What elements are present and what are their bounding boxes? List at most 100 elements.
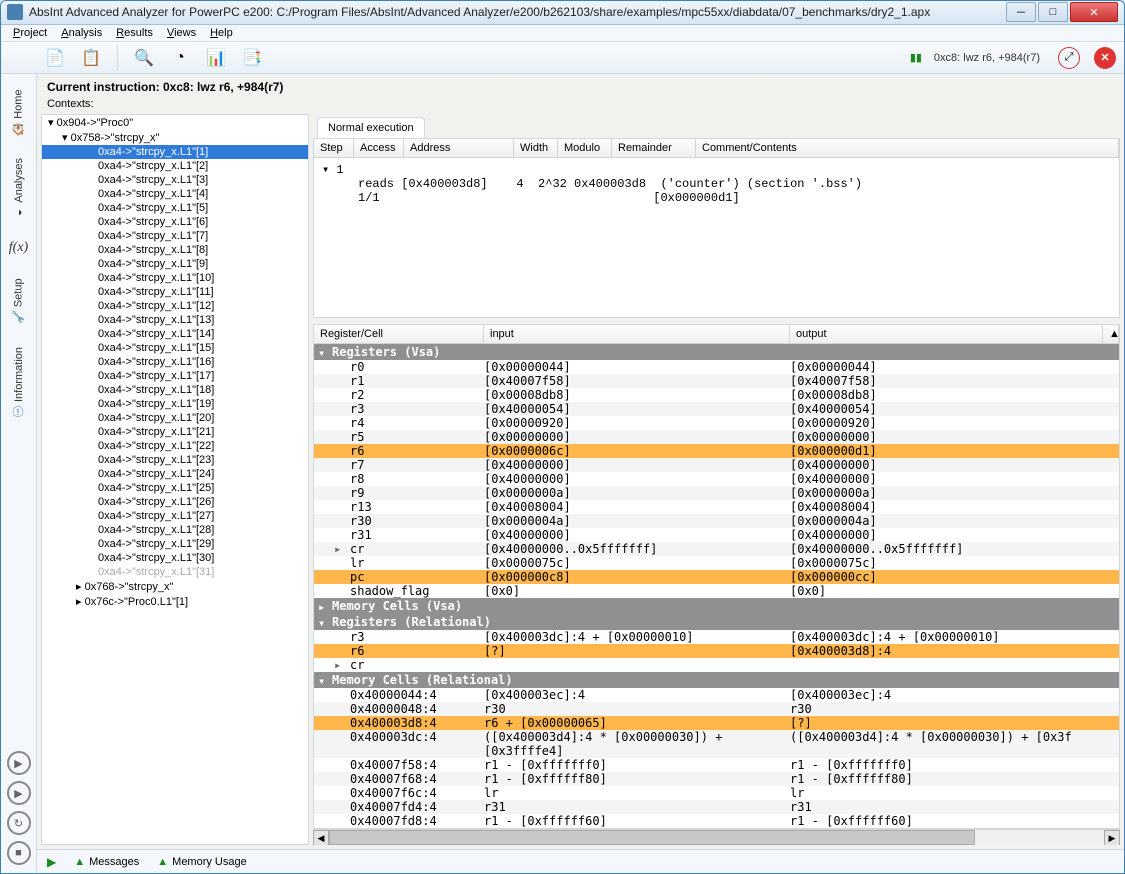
tree-node[interactable]: 0xa4->"strcpy_x.L1"[31] — [42, 565, 308, 579]
register-row[interactable]: r1[0x40007f58][0x40007f58] — [314, 374, 1119, 388]
horizontal-scrollbar[interactable]: ◀ ▶ — [313, 829, 1120, 845]
register-row[interactable]: r2[0x00008db8][0x00008db8] — [314, 388, 1119, 402]
status-messages[interactable]: ▲Messages — [74, 856, 139, 868]
register-row[interactable]: r31[0x40000000][0x40000000] — [314, 528, 1119, 542]
tree-node[interactable]: 0xa4->"strcpy_x.L1"[22] — [42, 439, 308, 453]
sidetab-fx[interactable]: f(x) — [4, 229, 33, 267]
register-row[interactable]: ▸cr[0x40000000..0x5fffffff][0x40000000..… — [314, 542, 1119, 556]
tree-node[interactable]: 0xa4->"strcpy_x.L1"[11] — [42, 285, 308, 299]
tree-node[interactable]: 0xa4->"strcpy_x.L1"[19] — [42, 397, 308, 411]
tree-node[interactable]: ▸ 0x768->"strcpy_x" — [42, 579, 308, 594]
register-row[interactable]: r3[0x40000054][0x40000054] — [314, 402, 1119, 416]
stop-button[interactable]: ■ — [7, 841, 31, 865]
tree-node[interactable]: 0xa4->"strcpy_x.L1"[7] — [42, 229, 308, 243]
register-row[interactable]: 0x40000044:4[0x400003ec]:4[0x400003ec]:4 — [314, 688, 1119, 702]
scroll-thumb[interactable] — [329, 830, 975, 845]
maximize-button[interactable]: □ — [1038, 2, 1068, 22]
error-icon[interactable]: ✕ — [1094, 47, 1116, 69]
tree-node[interactable]: 0xa4->"strcpy_x.L1"[29] — [42, 537, 308, 551]
close-button[interactable]: ✕ — [1070, 2, 1118, 22]
tree-node[interactable]: 0xa4->"strcpy_x.L1"[25] — [42, 481, 308, 495]
register-row[interactable]: r6[0x0000006c][0x000000d1] — [314, 444, 1119, 458]
tree-node[interactable]: 0xa4->"strcpy_x.L1"[2] — [42, 159, 308, 173]
contexts-tree[interactable]: ▾ 0x904->"Proc0"▾ 0x758->"strcpy_x"0xa4-… — [41, 114, 309, 845]
section-header[interactable]: ▾Memory Cells (Relational) — [314, 672, 1119, 688]
sidetab-information[interactable]: ⓘInformation — [6, 336, 32, 428]
tree-node[interactable]: 0xa4->"strcpy_x.L1"[30] — [42, 551, 308, 565]
tree-node[interactable]: 0xa4->"strcpy_x.L1"[5] — [42, 201, 308, 215]
tree-node[interactable]: 0xa4->"strcpy_x.L1"[12] — [42, 299, 308, 313]
register-row[interactable]: ▸cr — [314, 658, 1119, 672]
tree-node[interactable]: 0xa4->"strcpy_x.L1"[24] — [42, 467, 308, 481]
menu-analysis[interactable]: Analysis — [61, 27, 102, 39]
tree-node[interactable]: 0xa4->"strcpy_x.L1"[10] — [42, 271, 308, 285]
register-row[interactable]: r3[0x400003dc]:4 + [0x00000010][0x400003… — [314, 630, 1119, 644]
register-row[interactable]: r7[0x40000000][0x40000000] — [314, 458, 1119, 472]
menu-views[interactable]: Views — [167, 27, 196, 39]
register-row[interactable]: r30[0x0000004a][0x0000004a] — [314, 514, 1119, 528]
register-row[interactable]: lr[0x0000075c][0x0000075c] — [314, 556, 1119, 570]
toolbar-btn-1[interactable]: 📄 — [41, 44, 69, 72]
register-row[interactable]: r0[0x00000044][0x00000044] — [314, 360, 1119, 374]
status-memory[interactable]: ▲Memory Usage — [157, 856, 246, 868]
tree-node[interactable]: 0xa4->"strcpy_x.L1"[14] — [42, 327, 308, 341]
minimize-button[interactable]: － — [1006, 2, 1036, 22]
register-row[interactable]: 0x40007f68:4r1 - [0xffffff80]r1 - [0xfff… — [314, 772, 1119, 786]
tree-node[interactable]: 0xa4->"strcpy_x.L1"[3] — [42, 173, 308, 187]
register-row[interactable]: shadow_flag[0x0][0x0] — [314, 584, 1119, 598]
tree-node[interactable]: 0xa4->"strcpy_x.L1"[27] — [42, 509, 308, 523]
register-row[interactable]: 0x40000048:4r30r30 — [314, 702, 1119, 716]
tree-node[interactable]: 0xa4->"strcpy_x.L1"[16] — [42, 355, 308, 369]
tree-node[interactable]: ▾ 0x904->"Proc0" — [42, 115, 308, 130]
tree-node[interactable]: 0xa4->"strcpy_x.L1"[26] — [42, 495, 308, 509]
resume-button[interactable]: ↻ — [7, 811, 31, 835]
register-row[interactable]: 0x40007fd8:4r1 - [0xffffff60]r1 - [0xfff… — [314, 814, 1119, 828]
tree-node[interactable]: 0xa4->"strcpy_x.L1"[18] — [42, 383, 308, 397]
register-row[interactable]: 0x40007fd4:4r31r31 — [314, 800, 1119, 814]
section-header[interactable]: ▸Memory Cells (Vsa) — [314, 598, 1119, 614]
section-header[interactable]: ▾Registers (Vsa) — [314, 344, 1119, 360]
tab-normal-execution[interactable]: Normal execution — [317, 117, 425, 138]
tree-node[interactable]: ▾ 0x758->"strcpy_x" — [42, 130, 308, 145]
tree-node[interactable]: 0xa4->"strcpy_x.L1"[1] — [42, 145, 308, 159]
sidetab-analyses[interactable]: ◐Analyses — [8, 147, 30, 230]
toolbar-btn-2[interactable]: 📋 — [77, 44, 105, 72]
tree-node[interactable]: 0xa4->"strcpy_x.L1"[6] — [42, 215, 308, 229]
sidetab-setup[interactable]: 🔧Setup — [7, 267, 30, 335]
register-row[interactable]: 0x400003dc:4([0x400003d4]:4 * [0x0000003… — [314, 730, 1119, 758]
register-row[interactable]: r6[?][0x400003d8]:4 — [314, 644, 1119, 658]
tree-node[interactable]: 0xa4->"strcpy_x.L1"[9] — [42, 257, 308, 271]
register-row[interactable]: r8[0x40000000][0x40000000] — [314, 472, 1119, 486]
register-row[interactable]: pc[0x000000c8][0x000000cc] — [314, 570, 1119, 584]
menu-help[interactable]: Help — [210, 27, 233, 39]
toolbar-btn-chart[interactable]: ◔ — [166, 44, 194, 72]
register-row[interactable]: 0x40007f6c:4lrlr — [314, 786, 1119, 800]
tree-node[interactable]: 0xa4->"strcpy_x.L1"[23] — [42, 453, 308, 467]
tree-node[interactable]: 0xa4->"strcpy_x.L1"[8] — [42, 243, 308, 257]
register-row[interactable]: 0x400003d8:4r6 + [0x00000065][?] — [314, 716, 1119, 730]
tree-node[interactable]: 0xa4->"strcpy_x.L1"[20] — [42, 411, 308, 425]
fullscreen-icon[interactable]: ⤢ — [1058, 47, 1080, 69]
register-row[interactable]: r13[0x40008004][0x40008004] — [314, 500, 1119, 514]
tree-node[interactable]: 0xa4->"strcpy_x.L1"[15] — [42, 341, 308, 355]
register-row[interactable]: r9[0x0000000a][0x0000000a] — [314, 486, 1119, 500]
register-row[interactable]: r5[0x00000000][0x00000000] — [314, 430, 1119, 444]
register-row[interactable]: r4[0x00000920][0x00000920] — [314, 416, 1119, 430]
registers-table[interactable]: Register/Cell input output ▲ ▾Registers … — [313, 324, 1120, 829]
tree-node[interactable]: 0xa4->"strcpy_x.L1"[4] — [42, 187, 308, 201]
toolbar-btn-6[interactable]: 📑 — [238, 44, 266, 72]
tree-node[interactable]: 0xa4->"strcpy_x.L1"[13] — [42, 313, 308, 327]
toolbar-btn-3[interactable]: 🔍 — [130, 44, 158, 72]
execution-table[interactable]: Step Access Address Width Modulo Remaind… — [313, 138, 1120, 318]
play-button[interactable]: ▶ — [7, 751, 31, 775]
run-icon[interactable]: ▶ — [47, 855, 56, 869]
tree-node[interactable]: 0xa4->"strcpy_x.L1"[21] — [42, 425, 308, 439]
toolbar-btn-5[interactable]: 📊 — [202, 44, 230, 72]
section-header[interactable]: ▾Registers (Relational) — [314, 614, 1119, 630]
scroll-right-icon[interactable]: ▶ — [1104, 830, 1120, 845]
tree-node[interactable]: ▸ 0x76c->"Proc0.L1"[1] — [42, 594, 308, 609]
register-row[interactable]: 0x40007f58:4r1 - [0xfffffff0]r1 - [0xfff… — [314, 758, 1119, 772]
scroll-left-icon[interactable]: ◀ — [313, 830, 329, 845]
tree-node[interactable]: 0xa4->"strcpy_x.L1"[17] — [42, 369, 308, 383]
play-all-button[interactable]: ▶ — [7, 781, 31, 805]
